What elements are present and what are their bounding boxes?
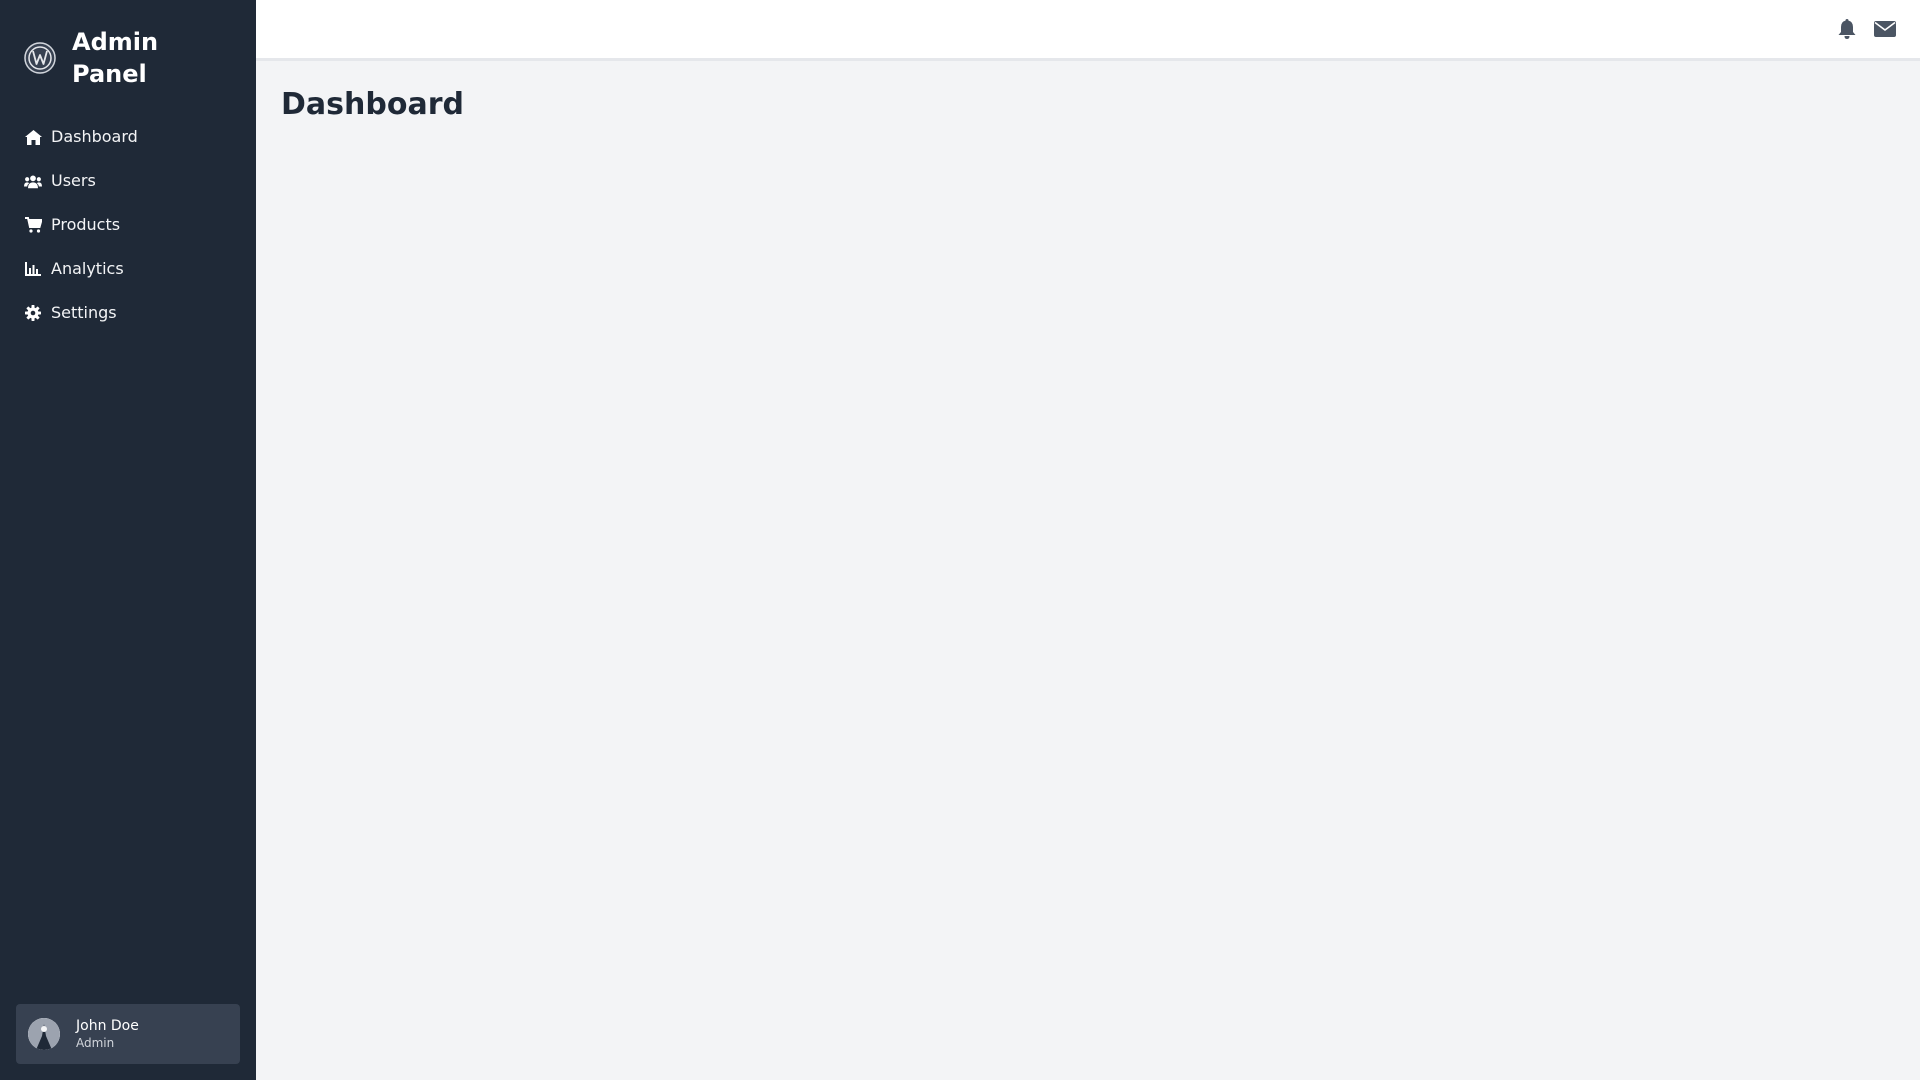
chart-icon (24, 260, 42, 278)
sidebar-item-label: Analytics (51, 259, 124, 278)
sidebar-item-label: Products (51, 215, 121, 234)
logo-icon (24, 42, 56, 74)
page-title: Dashboard (281, 87, 464, 122)
users-icon (24, 172, 42, 190)
avatar (28, 1018, 60, 1050)
user-name: John Doe (76, 1018, 139, 1034)
topbar-actions (1836, 18, 1896, 40)
sidebar-nav: Dashboard Users Products Analytics Setti… (0, 115, 256, 335)
sidebar-item-settings[interactable]: Settings (0, 291, 256, 335)
top-bar (256, 0, 1920, 61)
sidebar-item-label: Dashboard (51, 127, 138, 146)
user-profile-card[interactable]: John Doe Admin (16, 1004, 240, 1064)
brand[interactable]: Admin Panel (24, 26, 192, 90)
sidebar-item-analytics[interactable]: Analytics (0, 247, 256, 291)
user-info: John Doe Admin (76, 1017, 139, 1051)
gear-icon (24, 304, 42, 322)
brand-title: Admin Panel (72, 28, 159, 88)
sidebar: Admin Panel Dashboard Users Products Ana… (0, 0, 256, 1080)
user-role: Admin (76, 1036, 115, 1050)
sidebar-item-label: Users (51, 171, 96, 190)
home-icon (24, 128, 42, 146)
sidebar-item-products[interactable]: Products (0, 203, 256, 247)
envelope-icon[interactable] (1874, 18, 1896, 40)
sidebar-item-label: Settings (51, 303, 117, 322)
sidebar-item-dashboard[interactable]: Dashboard (0, 115, 256, 159)
cart-icon (24, 216, 42, 234)
bell-icon[interactable] (1836, 18, 1858, 40)
sidebar-item-users[interactable]: Users (0, 159, 256, 203)
